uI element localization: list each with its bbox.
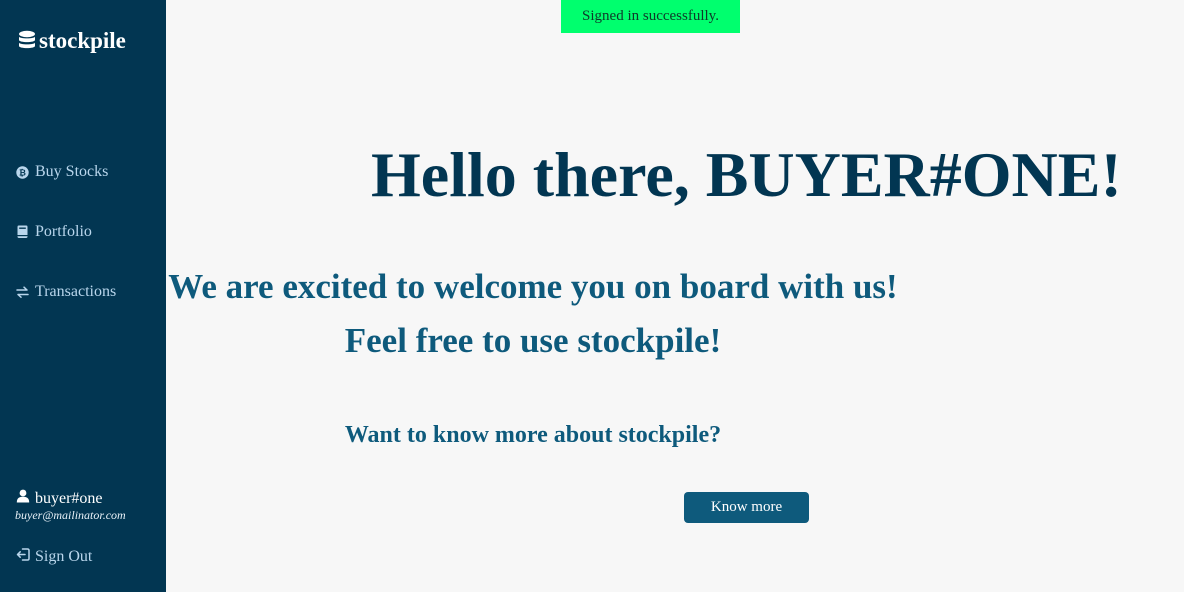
sidebar-item-label: Buy Stocks	[35, 163, 109, 180]
sidebar-item-buy-stocks[interactable]: ₿ Buy Stocks	[16, 162, 108, 182]
sign-out-icon	[16, 547, 30, 567]
know-more-question: Want to know more about stockpile?	[344, 422, 722, 448]
app-root: stockpile ₿ Buy Stocks Portfolio Transac…	[0, 0, 1184, 592]
svg-text:₿: ₿	[19, 167, 26, 178]
main-content: Hello there, BUYER#ONE! We are excited t…	[166, 0, 1184, 592]
sidebar-item-label: Portfolio	[35, 223, 92, 240]
database-icon	[18, 30, 36, 52]
brand-name: stockpile	[39, 28, 126, 53]
sign-out-label: Sign Out	[35, 548, 93, 565]
coin-icon: ₿	[16, 165, 29, 179]
user-icon	[16, 489, 30, 509]
book-icon	[16, 225, 29, 239]
welcome-message: We are excited to welcome you on board w…	[168, 267, 898, 306]
sign-out-button[interactable]: Sign Out	[16, 547, 92, 567]
user-email: buyer@mailinator.com	[15, 508, 126, 522]
sidebar-item-portfolio[interactable]: Portfolio	[16, 222, 92, 242]
user-info: buyer#one buyer@mailinator.com	[15, 489, 126, 522]
know-more-button[interactable]: Know more	[684, 492, 809, 523]
welcome-message-2: Feel free to use stockpile!	[344, 321, 722, 360]
brand-logo[interactable]: stockpile	[18, 27, 126, 55]
greeting-heading: Hello there, BUYER#ONE!	[371, 139, 1122, 210]
user-name: buyer#one	[35, 490, 103, 507]
